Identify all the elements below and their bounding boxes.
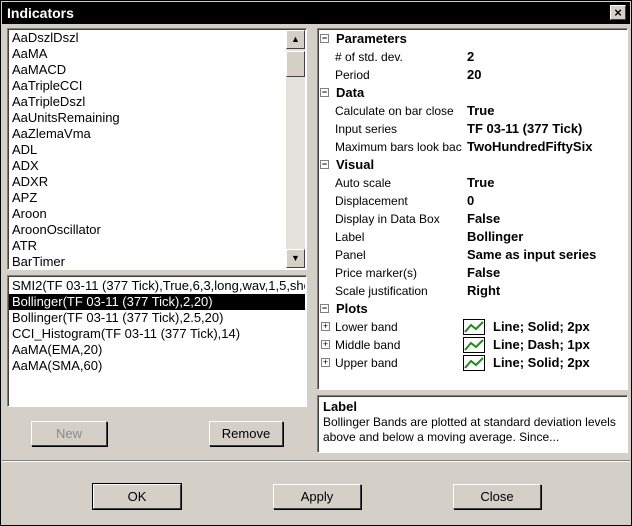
description-title: Label [323,399,357,414]
indicator-list-item[interactable]: AaMA [10,46,286,62]
remove-button[interactable]: Remove [209,421,283,446]
indicator-list-item[interactable]: AaMACD [10,62,286,78]
plot-line-icon [463,319,485,335]
applied-indicator-item[interactable]: CCI_Histogram(TF 03-11 (377 Tick),14) [9,326,305,342]
property-row[interactable]: Scale justification Right [318,282,624,300]
indicator-list-scrollbar[interactable]: ▲ ▼ [286,30,305,268]
title-bar: Indicators × [2,2,630,24]
expand-icon[interactable]: + [321,340,330,349]
collapse-icon[interactable]: − [320,34,329,43]
plot-line-icon [463,337,485,353]
scroll-down-icon[interactable]: ▼ [286,249,305,268]
close-icon[interactable]: × [610,5,626,20]
indicator-list-item[interactable]: AaDszlDszl [10,30,286,46]
indicator-list[interactable]: AaDszlDszl AaMA AaMACD AaTripleCCI AaTripleD… [7,28,307,270]
property-row[interactable]: Label Bollinger [318,228,624,246]
property-row[interactable]: # of std. dev. 2 [318,48,624,66]
property-row[interactable]: Display in Data Box False [318,210,624,228]
collapse-icon[interactable]: − [320,304,329,313]
property-row[interactable]: Panel Same as input series [318,246,624,264]
description-text: Bollinger Bands are plotted at standard … [323,415,616,444]
indicator-list-item[interactable]: Aroon [10,206,286,222]
apply-button[interactable]: Apply [273,484,361,509]
property-row[interactable]: Maximum bars look back TwoHundredFiftySi… [318,138,624,156]
indicator-list-item[interactable]: AroonOscillator [10,222,286,238]
scroll-thumb[interactable] [286,51,305,77]
property-row[interactable]: Displacement 0 [318,192,624,210]
property-row[interactable]: + Middle band Line; Dash; 1px [318,336,624,354]
indicator-list-item[interactable]: AaZlemaVma [10,126,286,142]
scroll-up-icon[interactable]: ▲ [286,30,305,49]
expand-icon[interactable]: + [321,322,330,331]
indicator-list-item[interactable]: ADXR [10,174,286,190]
property-description: Label Bollinger Bands are plotted at sta… [317,395,628,453]
indicator-list-item[interactable]: AaUnitsRemaining [10,110,286,126]
plot-line-icon [463,355,485,371]
indicator-list-item[interactable]: BarTimer [10,254,286,269]
property-row[interactable]: Input series TF 03-11 (377 Tick) [318,120,624,138]
property-row[interactable]: Period 20 [318,66,624,84]
property-row[interactable]: Price marker(s) False [318,264,624,282]
new-button[interactable]: New [31,421,107,446]
applied-indicator-item[interactable]: AaMA(SMA,60) [9,358,305,374]
property-row[interactable]: + Lower band Line; Solid; 2px [318,318,624,336]
indicators-dialog: Indicators × AaDszlDszl AaMA AaMACD AaTripl… [0,0,632,526]
applied-indicator-item[interactable]: AaMA(EMA,20) [9,342,305,358]
indicator-list-item[interactable]: ADX [10,158,286,174]
collapse-icon[interactable]: − [320,88,329,97]
property-row[interactable]: Auto scale True [318,174,624,192]
indicator-list-item[interactable]: ATR [10,238,286,254]
property-row[interactable]: + Upper band Line; Solid; 2px [318,354,624,372]
indicator-list-item[interactable]: APZ [10,190,286,206]
applied-indicator-list[interactable]: SMI2(TF 03-11 (377 Tick),True,6,3,long,w… [7,275,307,407]
divider [2,460,630,462]
ok-button[interactable]: OK [92,483,182,510]
property-grid: − Parameters # of std. dev. 2 Period 20 … [317,28,628,390]
close-button[interactable]: Close [453,484,541,509]
property-row[interactable]: Calculate on bar close True [318,102,624,120]
indicator-list-item[interactable]: AaTripleCCI [10,78,286,94]
indicator-list-item[interactable]: ADL [10,142,286,158]
applied-indicator-item[interactable]: Bollinger(TF 03-11 (377 Tick),2,20) [9,294,305,310]
dialog-title: Indicators [7,5,74,21]
collapse-icon[interactable]: − [320,160,329,169]
indicator-list-item[interactable]: AaTripleDszl [10,94,286,110]
applied-indicator-item[interactable]: Bollinger(TF 03-11 (377 Tick),2.5,20) [9,310,305,326]
applied-indicator-item[interactable]: SMI2(TF 03-11 (377 Tick),True,6,3,long,w… [9,278,305,294]
expand-icon[interactable]: + [321,358,330,367]
